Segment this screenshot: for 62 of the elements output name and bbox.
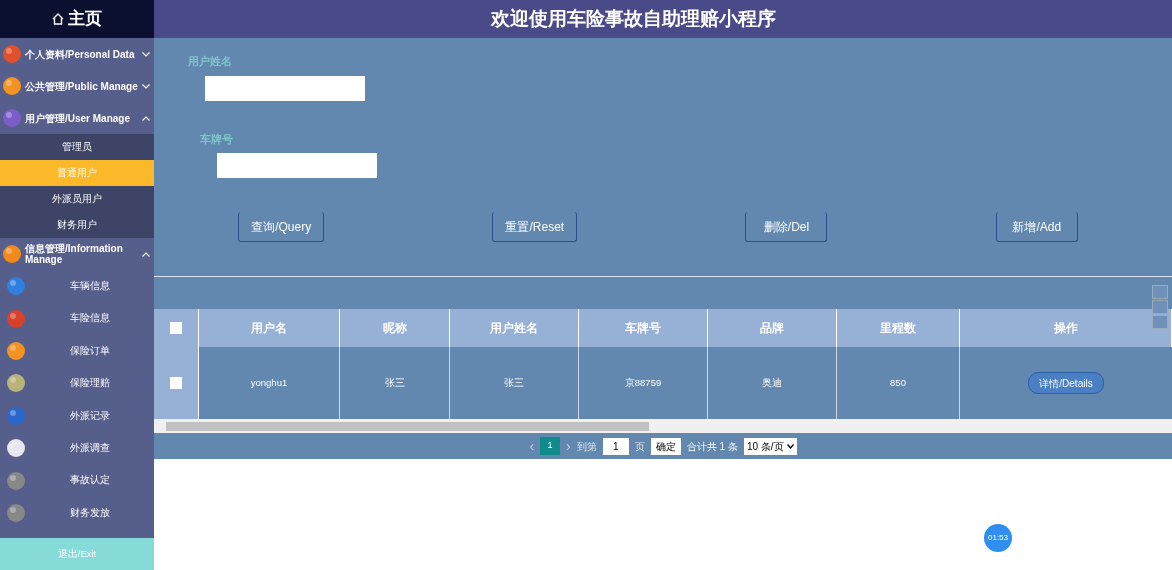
page-input[interactable]: 1 [602, 437, 629, 455]
submenu-item[interactable]: 管理员 [0, 134, 154, 160]
page-label: 页 [634, 439, 645, 454]
planet-icon [6, 470, 26, 491]
chevron-icon [142, 51, 150, 57]
timer-badge: 01:53 [984, 524, 1012, 552]
planet-icon [2, 76, 22, 96]
page-size-select[interactable]: 10 条/页 [743, 437, 797, 455]
details-button[interactable]: 详情/Details [1028, 372, 1104, 394]
column-header: 操作 [960, 309, 1172, 347]
page-button[interactable]: 1 [540, 437, 561, 455]
action-button[interactable]: 重置/Reset [492, 212, 578, 242]
menu-item[interactable]: 公共管理/Public Manage [0, 70, 154, 102]
planet-icon [6, 438, 26, 459]
menu-item[interactable]: 财务发放 [0, 496, 154, 530]
confirm-button[interactable]: 确定 [650, 437, 681, 455]
submenu-item[interactable]: 外派员用户 [0, 186, 154, 212]
column-header: 里程数 [837, 309, 960, 347]
chevron-icon [142, 251, 150, 257]
total-label: 合计共 1 条 [686, 439, 738, 454]
planet-icon [2, 44, 22, 64]
column-header: 车牌号 [579, 309, 708, 347]
menu-item[interactable]: 外派记录 [0, 399, 154, 432]
menu-item[interactable]: 个人资料/Personal Data [0, 38, 154, 70]
submenu-item[interactable]: 财务用户 [0, 212, 154, 238]
column-header: 昵称 [340, 309, 450, 347]
column-header: 用户名 [199, 309, 340, 347]
chevron-icon [142, 83, 150, 89]
menu-item[interactable]: 事故认定 [0, 464, 154, 497]
menu-item[interactable]: 保险订单 [0, 334, 154, 368]
chevron-icon [142, 115, 150, 121]
goto-label: 到第 [576, 439, 597, 454]
action-button[interactable]: 新增/Add [995, 212, 1078, 242]
action-button[interactable]: 查询/Query [238, 212, 325, 242]
planet-icon [6, 405, 26, 426]
column-header: 品牌 [708, 309, 837, 347]
column-header: 用户姓名 [450, 309, 579, 347]
caret-icon [786, 443, 794, 449]
menu-item[interactable]: 车辆信息 [0, 270, 154, 303]
checkbox[interactable] [170, 322, 182, 334]
input-field[interactable] [217, 153, 377, 178]
planet-icon [6, 276, 26, 297]
scrollbar[interactable] [154, 419, 1172, 433]
page-title: 欢迎使用车险事故自助理赔小程序 [154, 0, 1172, 38]
planet-icon [2, 244, 22, 264]
home-icon [52, 13, 64, 25]
field-label: 用户姓名 [188, 54, 233, 69]
planet-icon [6, 340, 26, 361]
menu-item[interactable]: 外派调查 [0, 431, 154, 465]
planet-icon [2, 108, 22, 128]
field-label: 车牌号 [200, 131, 234, 147]
checkbox[interactable] [170, 377, 182, 389]
menu-item[interactable]: 用户管理/User Manage [0, 102, 154, 134]
menu-item[interactable]: 车险信息 [0, 302, 154, 335]
menu-item[interactable]: 保险理赔 [0, 367, 154, 400]
menu-item[interactable]: 信息管理/Information Manage [0, 238, 154, 270]
input-field[interactable] [205, 75, 365, 101]
home-link[interactable]: 主页 [52, 6, 102, 32]
planet-icon [6, 373, 26, 394]
planet-icon [6, 502, 26, 523]
planet-icon [6, 308, 26, 329]
action-button[interactable]: 删除/Del [745, 212, 828, 242]
